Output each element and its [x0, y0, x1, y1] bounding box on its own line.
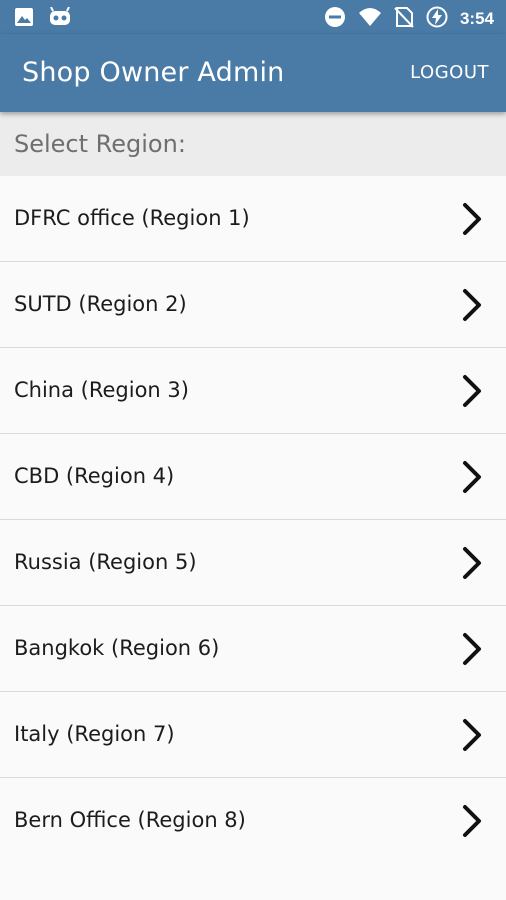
status-bar: 3:54	[0, 0, 506, 34]
region-item-2[interactable]: SUTD (Region 2)	[0, 262, 506, 348]
region-label: SUTD (Region 2)	[14, 292, 187, 316]
chevron-right-icon	[463, 461, 481, 493]
region-item-3[interactable]: China (Region 3)	[0, 348, 506, 434]
chevron-right-icon	[463, 633, 481, 665]
region-item-4[interactable]: CBD (Region 4)	[0, 434, 506, 520]
chevron-right-icon	[463, 547, 481, 579]
app-title: Shop Owner Admin	[22, 57, 285, 88]
region-label: CBD (Region 4)	[14, 464, 175, 488]
no-sim-icon	[394, 6, 414, 32]
chevron-right-icon	[463, 805, 481, 837]
chevron-right-icon	[463, 203, 481, 235]
android-icon	[48, 6, 72, 31]
wifi-icon	[358, 6, 382, 32]
region-item-5[interactable]: Russia (Region 5)	[0, 520, 506, 606]
status-time: 3:54	[459, 9, 494, 28]
chevron-right-icon	[463, 719, 481, 751]
region-label: DFRC office (Region 1)	[14, 206, 250, 230]
chevron-right-icon	[463, 289, 481, 321]
chevron-right-icon	[463, 375, 481, 407]
region-label: China (Region 3)	[14, 378, 189, 402]
region-label: Italy (Region 7)	[14, 722, 175, 746]
dnd-icon	[324, 6, 346, 32]
region-label: Russia (Region 5)	[14, 550, 197, 574]
battery-charging-icon	[426, 6, 448, 32]
image-icon	[14, 7, 34, 31]
logout-button[interactable]: LOGOUT	[410, 62, 489, 84]
region-item-6[interactable]: Bangkok (Region 6)	[0, 606, 506, 692]
section-header: Select Region:	[0, 112, 506, 176]
region-item-1[interactable]: DFRC office (Region 1)	[0, 176, 506, 262]
app-bar: Shop Owner Admin LOGOUT	[0, 34, 506, 112]
region-label: Bern Office (Region 8)	[14, 808, 246, 832]
section-header-label: Select Region:	[14, 130, 186, 158]
region-list: DFRC office (Region 1) SUTD (Region 2) C…	[0, 176, 506, 863]
region-item-7[interactable]: Italy (Region 7)	[0, 692, 506, 778]
region-label: Bangkok (Region 6)	[14, 636, 220, 660]
region-item-8[interactable]: Bern Office (Region 8)	[0, 778, 506, 863]
